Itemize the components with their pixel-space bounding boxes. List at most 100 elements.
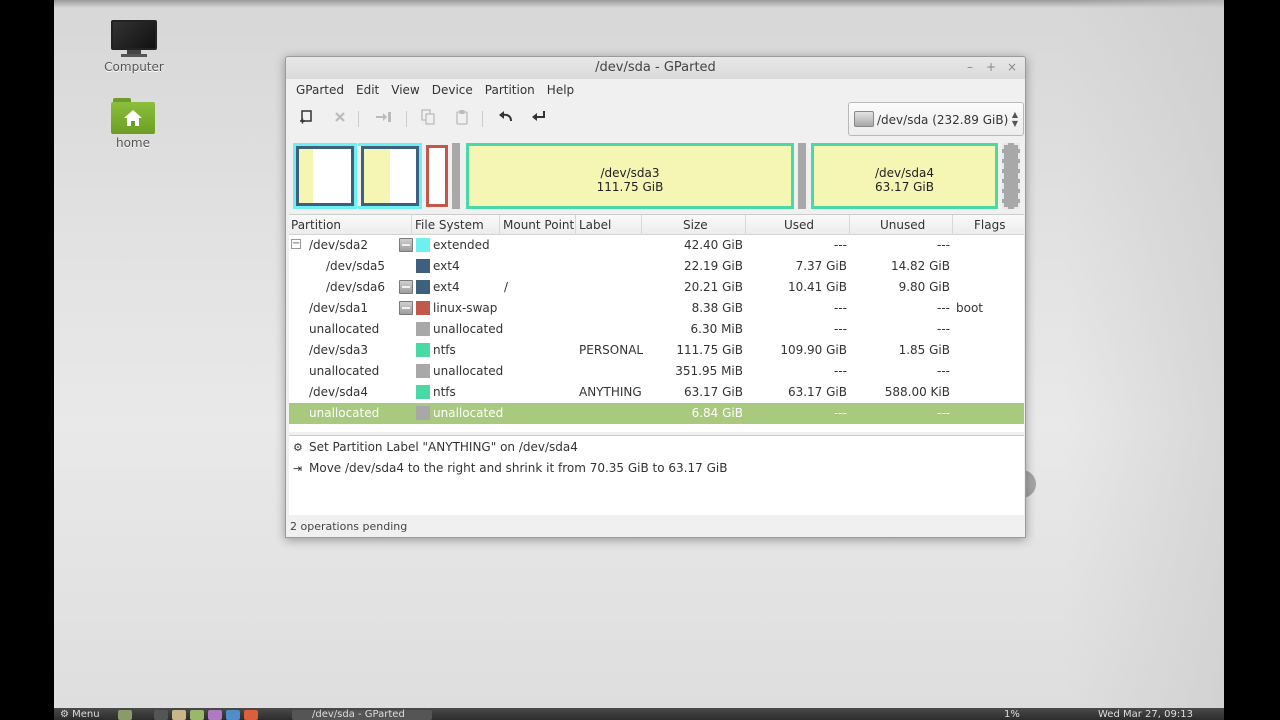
partition-unused: 1.85 GiB bbox=[898, 343, 950, 357]
lock-icon bbox=[399, 301, 413, 315]
show-desktop-icon[interactable] bbox=[118, 710, 132, 720]
app-icon[interactable] bbox=[208, 710, 222, 720]
resize-move-icon bbox=[376, 112, 391, 122]
partition-unused: --- bbox=[937, 322, 950, 336]
partition-size: 8.38 GiB bbox=[691, 301, 743, 315]
disk-map-sda3-label: /dev/sda3 bbox=[600, 166, 660, 180]
files-icon[interactable] bbox=[172, 710, 186, 720]
undo-button[interactable] bbox=[495, 109, 517, 129]
firefox-icon[interactable] bbox=[244, 710, 258, 720]
menu-view[interactable]: View bbox=[385, 83, 425, 97]
table-row[interactable]: unallocated unallocated 351.95 MiB --- --- bbox=[289, 361, 1024, 382]
partition-size: 6.84 GiB bbox=[691, 406, 743, 420]
gparted-window: /dev/sda - GParted – + × GParted Edit Vi… bbox=[285, 56, 1026, 538]
col-mount-point[interactable]: Mount Point bbox=[503, 218, 574, 232]
partition-unused: 588.00 KiB bbox=[884, 385, 950, 399]
partition-used: --- bbox=[834, 406, 847, 420]
partition-unused: 14.82 GiB bbox=[890, 259, 950, 273]
gear-icon: ⚙ bbox=[293, 441, 303, 454]
window-title: /dev/sda - GParted bbox=[595, 60, 716, 75]
col-file-system[interactable]: File System bbox=[415, 218, 484, 232]
disk-map-sda4-size: 63.17 GiB bbox=[874, 180, 935, 194]
menu-button[interactable]: ⚙ Menu bbox=[60, 709, 100, 720]
operation-item[interactable]: ⇥ Move /dev/sda4 to the right and shrink … bbox=[293, 461, 727, 475]
fs-color-swatch bbox=[416, 259, 430, 273]
device-selector[interactable]: /dev/sda (232.89 GiB) ▲ ▼ bbox=[848, 102, 1024, 136]
partition-unused: --- bbox=[937, 406, 950, 420]
menu-help[interactable]: Help bbox=[541, 83, 580, 97]
col-label[interactable]: Label bbox=[579, 218, 611, 232]
fs-color-swatch bbox=[416, 322, 430, 336]
disk-map-unallocated-2[interactable] bbox=[798, 143, 806, 209]
menu-partition[interactable]: Partition bbox=[479, 83, 541, 97]
copy-icon bbox=[421, 109, 435, 125]
table-row[interactable]: unallocated unallocated 6.30 MiB --- --- bbox=[289, 319, 1024, 340]
disk-map-unallocated-1[interactable] bbox=[452, 143, 460, 209]
col-unused[interactable]: Unused bbox=[880, 218, 925, 232]
close-button[interactable]: × bbox=[1004, 59, 1020, 75]
minimize-button[interactable]: – bbox=[962, 59, 978, 75]
operation-item[interactable]: ⚙ Set Partition Label "ANYTHING" on /dev/… bbox=[293, 440, 578, 454]
file-system: ext4 bbox=[433, 280, 460, 294]
disk-map-sda5[interactable] bbox=[296, 146, 354, 206]
disk-map-sda3[interactable]: /dev/sda3 111.75 GiB bbox=[466, 143, 794, 209]
partition-size: 42.40 GiB bbox=[683, 238, 743, 252]
file-system: linux-swap bbox=[433, 301, 498, 315]
resize-move-button[interactable] bbox=[373, 109, 395, 129]
paste-button[interactable] bbox=[451, 109, 473, 129]
apply-icon bbox=[532, 111, 545, 121]
disk-map-unallocated-selected[interactable] bbox=[1002, 143, 1020, 209]
col-used[interactable]: Used bbox=[784, 218, 814, 232]
table-row[interactable]: /dev/sda3 ntfs PERSONAL 111.75 GiB 109.90 Gi… bbox=[289, 340, 1024, 361]
delete-button[interactable] bbox=[329, 109, 351, 129]
maximize-button[interactable]: + bbox=[983, 59, 999, 75]
menu-device[interactable]: Device bbox=[426, 83, 479, 97]
home-icon[interactable] bbox=[190, 710, 204, 720]
partition-size: 6.30 MiB bbox=[690, 322, 743, 336]
file-system: ntfs bbox=[433, 385, 456, 399]
file-system: unallocated bbox=[433, 322, 504, 336]
col-flags[interactable]: Flags bbox=[974, 218, 1005, 232]
partition-name: /dev/sda3 bbox=[309, 343, 369, 357]
paste-icon bbox=[456, 110, 468, 125]
table-row[interactable]: /dev/sda1 linux-swap 8.38 GiB --- --- boot bbox=[289, 298, 1024, 319]
disk-map-sda1[interactable] bbox=[426, 145, 448, 207]
col-partition[interactable]: Partition bbox=[291, 218, 341, 232]
home-desktop-icon[interactable]: home bbox=[88, 98, 178, 150]
delete-icon bbox=[335, 112, 345, 122]
partition-size: 22.19 GiB bbox=[683, 259, 743, 273]
partition-name: /dev/sda2 bbox=[309, 238, 369, 252]
new-partition-button[interactable] bbox=[295, 109, 317, 129]
partition-table: Partition File System Mount Point Label … bbox=[289, 214, 1024, 432]
file-system: unallocated bbox=[433, 364, 504, 378]
computer-desktop-icon[interactable]: Computer bbox=[89, 20, 179, 74]
disk-map-sda4[interactable]: /dev/sda4 63.17 GiB bbox=[811, 143, 998, 209]
collapse-toggle[interactable]: − bbox=[291, 239, 301, 249]
clock[interactable]: Wed Mar 27, 09:13 bbox=[1098, 709, 1193, 720]
move-right-icon: ⇥ bbox=[293, 462, 303, 475]
browser-icon[interactable] bbox=[226, 710, 240, 720]
copy-button[interactable] bbox=[417, 109, 439, 129]
partition-used: --- bbox=[834, 364, 847, 378]
computer-icon bbox=[111, 20, 157, 58]
partition-size: 111.75 GiB bbox=[676, 343, 743, 357]
col-size[interactable]: Size bbox=[683, 218, 708, 232]
partition-size: 63.17 GiB bbox=[683, 385, 743, 399]
table-row[interactable]: /dev/sda4 ntfs ANYTHING 63.17 GiB 63.17 GiB 5… bbox=[289, 382, 1024, 403]
terminal-icon[interactable] bbox=[154, 710, 168, 720]
taskbar: ⚙ Menu /dev/sda - GParted 1% Wed Mar 27,… bbox=[54, 708, 1224, 720]
fs-color-swatch bbox=[416, 385, 430, 399]
partition-used: 63.17 GiB bbox=[787, 385, 847, 399]
apply-button[interactable] bbox=[528, 109, 550, 129]
menu-edit[interactable]: Edit bbox=[350, 83, 385, 97]
table-header: Partition File System Mount Point Label … bbox=[289, 215, 1024, 235]
file-system: ext4 bbox=[433, 259, 460, 273]
table-row[interactable]: /dev/sda5 ext4 22.19 GiB 7.37 GiB 14.82 GiB bbox=[289, 256, 1024, 277]
table-row[interactable]: /dev/sda6 ext4 / 20.21 GiB 10.41 GiB 9.80 GiB bbox=[289, 277, 1024, 298]
fs-color-swatch bbox=[416, 343, 430, 357]
titlebar[interactable]: /dev/sda - GParted – + × bbox=[286, 57, 1025, 79]
battery-indicator[interactable]: 1% bbox=[1004, 709, 1020, 720]
table-row[interactable]: −/dev/sda2 extended 42.40 GiB --- --- bbox=[289, 235, 1024, 256]
menu-gparted[interactable]: GParted bbox=[290, 83, 350, 97]
table-row[interactable]: unallocated unallocated 6.84 GiB --- --- bbox=[289, 403, 1024, 424]
